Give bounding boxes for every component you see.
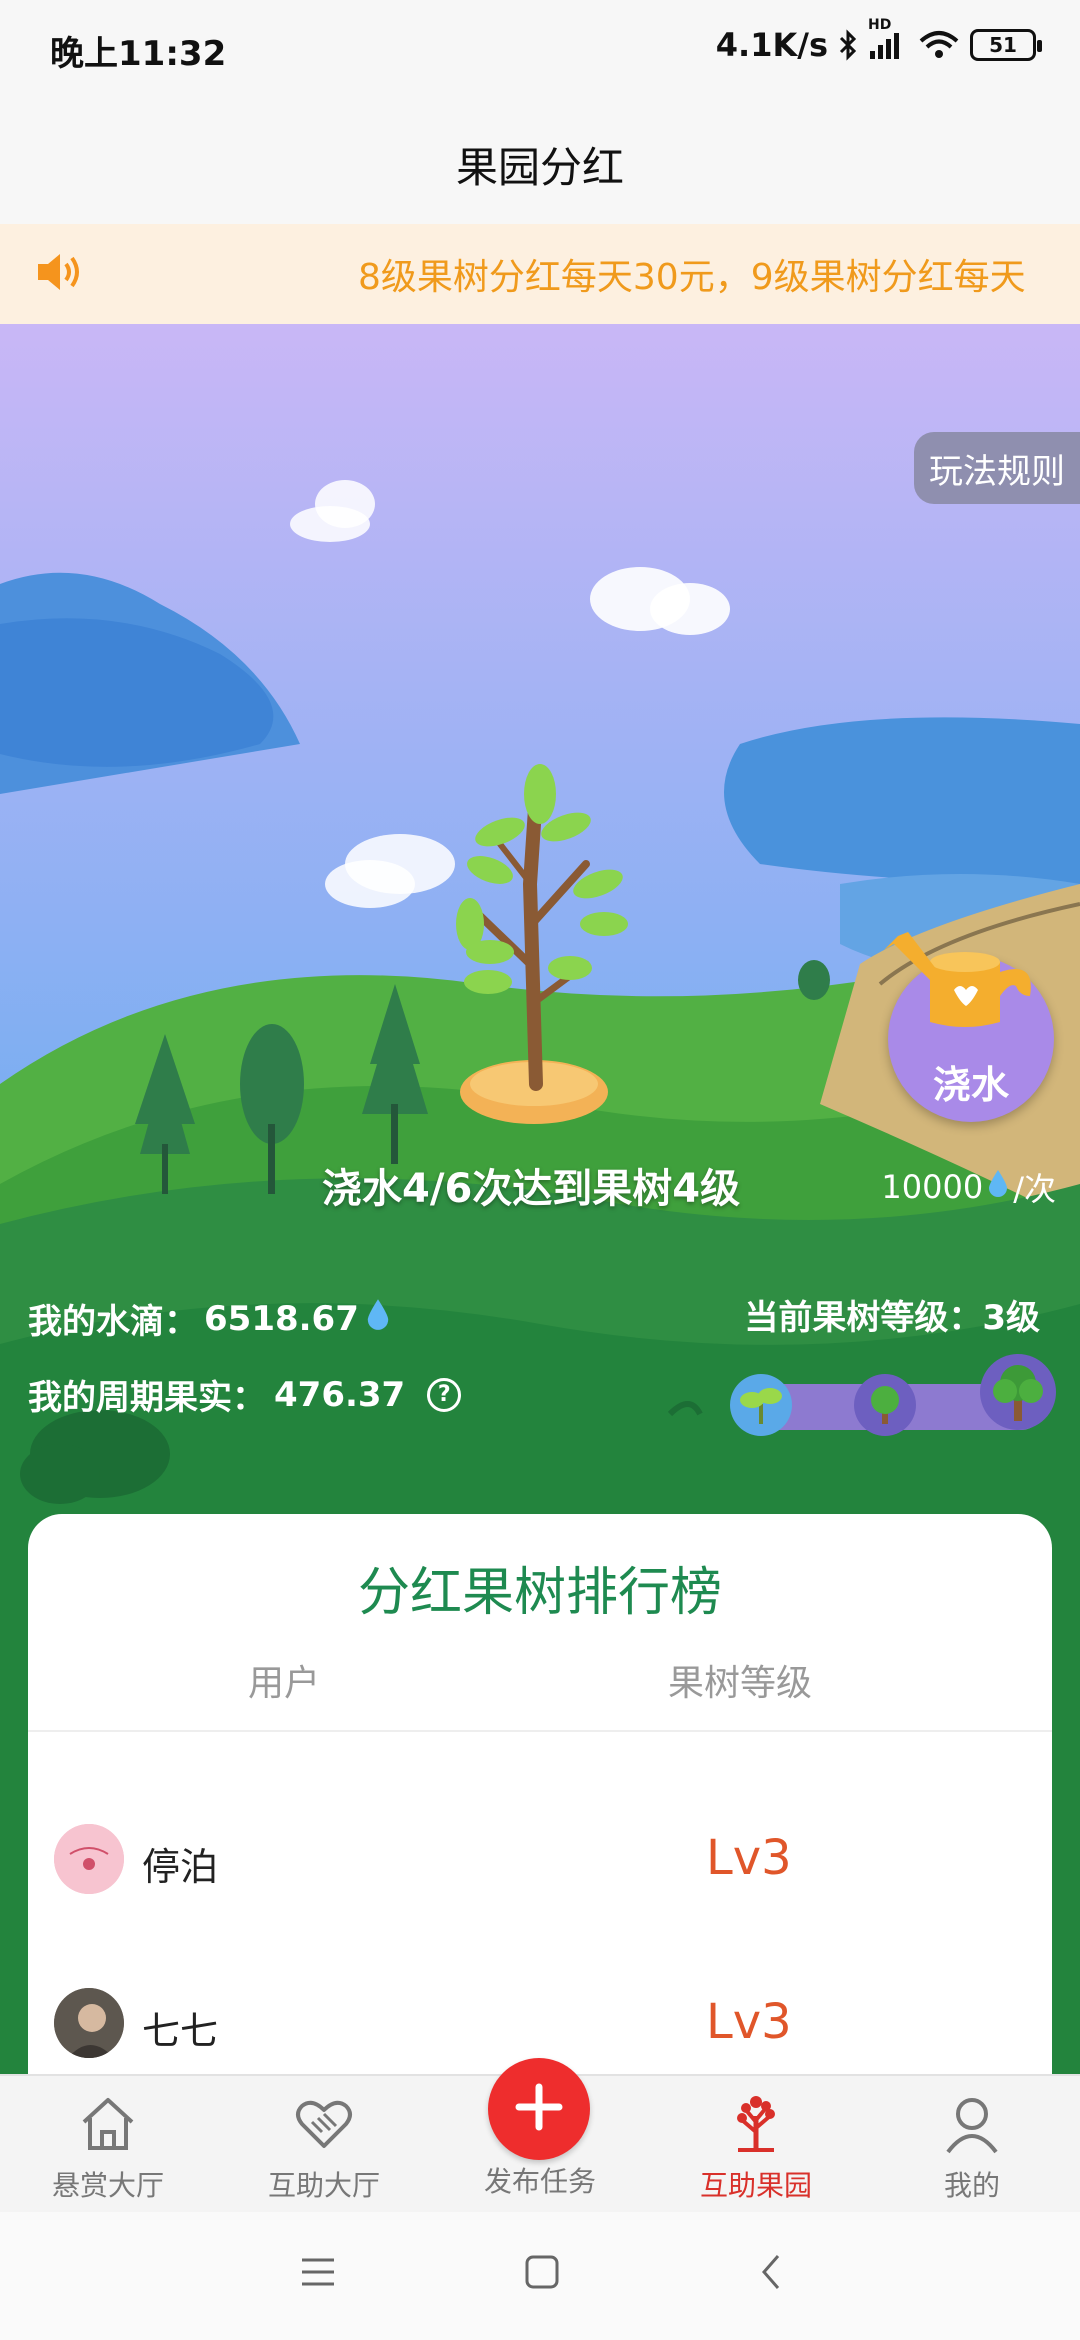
water-cost-amount: 10000 <box>881 1168 984 1206</box>
water-cost: 10000 /次 <box>881 1164 1056 1210</box>
tab-label: 互助果园 <box>699 2169 812 2202</box>
signal-icon: HD <box>868 17 908 61</box>
my-fruit-value: 476.37 <box>274 1374 406 1415</box>
battery-level: 51 <box>989 33 1017 57</box>
rules-button[interactable]: 玩法规则 <box>914 432 1080 504</box>
page-title: 果园分红 <box>455 143 624 192</box>
handshake-icon <box>292 2092 356 2160</box>
tab-publish-task[interactable]: 发布任务 <box>432 2058 648 2214</box>
tab-label: 发布任务 <box>483 2165 596 2198</box>
ranking-col-user: 用户 <box>248 1663 321 1704</box>
ranking-divider <box>28 1730 1052 1732</box>
home-icon <box>76 2092 140 2160</box>
back-icon[interactable] <box>752 2252 792 2296</box>
tab-label: 互助大厅 <box>267 2169 380 2202</box>
wifi-icon <box>918 29 960 61</box>
bottom-tab-bar: 悬赏大厅 互助大厅 发布任务 互助果园 我的 <box>0 2058 1080 2214</box>
ranking-col-level: 果树等级 <box>668 1663 813 1704</box>
help-icon[interactable]: ? <box>427 1377 462 1412</box>
net-speed: 4.1K/s <box>715 26 828 64</box>
my-drops-value: 6518.67 <box>204 1298 359 1339</box>
current-tree-level: 当前果树等级：3级 <box>744 1290 1040 1339</box>
home-square-icon[interactable] <box>522 2252 562 2296</box>
bluetooth-icon <box>838 29 858 61</box>
ranking-card: 分红果树排行榜 用户 果树等级 停泊 Lv3 七七 Lv3 <box>28 1514 1052 2090</box>
notice-bar[interactable]: 8级果树分红每天30元，9级果树分红每天 <box>0 224 1080 324</box>
my-drops: 我的水滴： 6518.67 <box>28 1294 391 1343</box>
my-drops-label: 我的水滴： <box>28 1302 198 1342</box>
ranking-user-level: Lv3 <box>706 1830 792 1886</box>
ranking-user-name: 七七 <box>142 2009 219 2053</box>
status-bar: 晚上11:32 4.1K/s HD 51 <box>0 0 1080 96</box>
sapling-level-icon <box>854 1374 916 1436</box>
tab-label: 悬赏大厅 <box>51 2169 164 2202</box>
current-level-label: 当前果树等级： <box>744 1298 983 1338</box>
battery-icon: 51 <box>970 29 1042 61</box>
ranking-title: 分红果树排行榜 <box>357 1563 722 1623</box>
status-icons: 4.1K/s HD 51 <box>715 17 1042 64</box>
water-drop-icon <box>365 1297 391 1340</box>
sprout-level-icon <box>730 1374 792 1436</box>
ranking-row[interactable]: 停泊 Lv3 <box>28 1804 1052 1924</box>
ranking-user-name: 停泊 <box>142 1845 219 1889</box>
tab-help-hall[interactable]: 互助大厅 <box>216 2076 432 2214</box>
my-fruit-label: 我的周期果实： <box>28 1378 266 1418</box>
my-fruit: 我的周期果实： 476.37 ? <box>28 1370 462 1419</box>
notice-text: 8级果树分红每天30元，9级果树分红每天 <box>358 257 1026 298</box>
watering-can-icon <box>880 926 1050 1040</box>
tab-help-orchard[interactable]: 互助果园 <box>648 2076 864 2214</box>
water-button-label: 浇水 <box>932 1063 1009 1107</box>
menu-icon[interactable] <box>298 2252 338 2296</box>
big-tree-level-icon <box>980 1354 1056 1430</box>
ranking-user-level: Lv3 <box>706 1994 792 2050</box>
current-level-value: 3级 <box>982 1298 1040 1338</box>
status-time: 晚上11:32 <box>50 34 227 74</box>
tree-icon <box>724 2092 788 2160</box>
tab-mine[interactable]: 我的 <box>864 2076 1080 2214</box>
nav-bar: 果园分红 <box>0 96 1080 224</box>
tree-level-track <box>730 1354 1056 1436</box>
avatar <box>54 1988 124 2058</box>
water-button[interactable]: 浇水 <box>884 932 1054 1122</box>
avatar <box>54 1824 124 1894</box>
tab-reward-hall[interactable]: 悬赏大厅 <box>0 2076 216 2214</box>
plus-icon <box>511 2079 567 2139</box>
user-icon <box>940 2092 1004 2160</box>
orchard-scene: 玩法规则 浇水 浇水4/6次达到果树4级 10000 /次 我的水滴： 6518… <box>0 324 1080 2090</box>
system-nav-bar <box>0 2212 1080 2340</box>
speaker-icon <box>34 250 84 298</box>
watering-progress-text: 浇水4/6次达到果树4级 <box>322 1166 741 1212</box>
water-cost-unit: /次 <box>1013 1170 1056 1208</box>
water-drop-icon <box>987 1168 1009 1206</box>
publish-button[interactable] <box>488 2058 590 2160</box>
hd-tag: HD <box>868 17 892 33</box>
tab-label: 我的 <box>943 2169 1000 2202</box>
